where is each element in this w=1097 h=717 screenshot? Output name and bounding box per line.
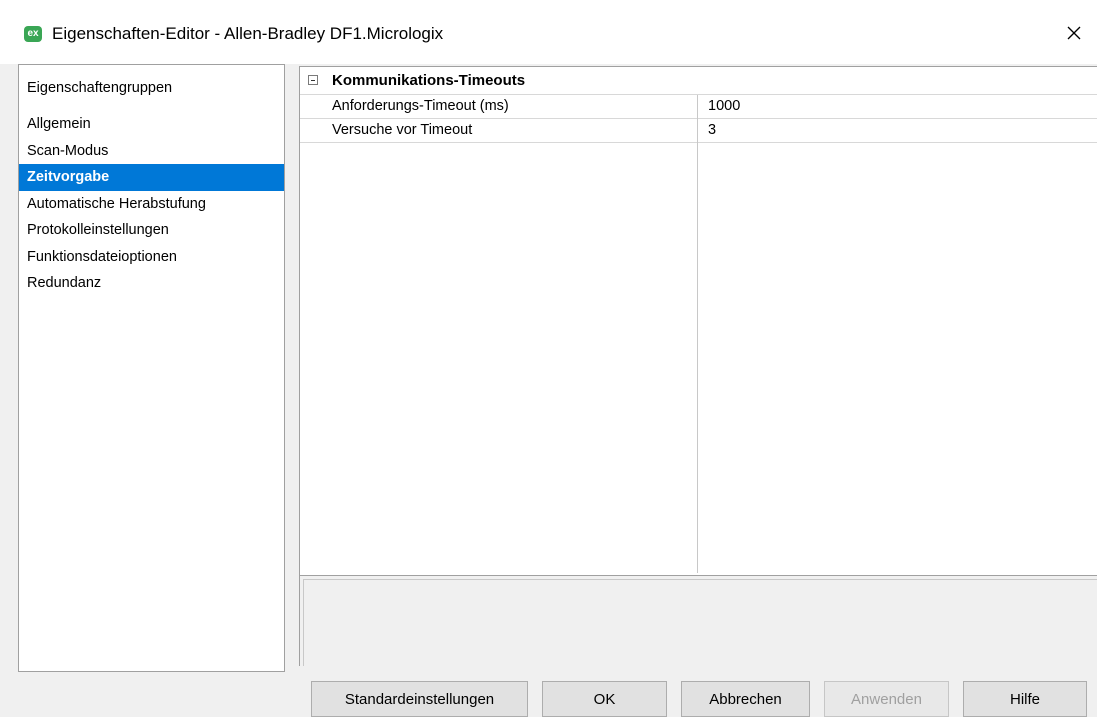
category-label: Kommunikations-Timeouts: [332, 72, 526, 89]
group-item-redundanz[interactable]: Redundanz: [19, 270, 284, 297]
description-pane: [300, 575, 1097, 666]
group-item-allgemein[interactable]: Allgemein: [19, 111, 284, 138]
group-item-funktionsdateioptionen[interactable]: Funktionsdateioptionen: [19, 244, 284, 271]
title-bar: ex Eigenschaften-Editor - Allen-Bradley …: [0, 0, 1097, 64]
close-icon: [1067, 26, 1081, 40]
defaults-button[interactable]: Standardeinstellungen: [311, 681, 528, 717]
property-groups-list: Allgemein Scan-Modus Zeitvorgabe Automat…: [19, 111, 284, 297]
group-item-automatische-herabstufung[interactable]: Automatische Herabstufung: [19, 191, 284, 218]
property-row[interactable]: Versuche vor Timeout 3: [300, 119, 1097, 143]
property-groups-heading: Eigenschaftengruppen: [27, 80, 173, 96]
collapse-icon[interactable]: [308, 75, 318, 85]
window-title: Eigenschaften-Editor - Allen-Bradley DF1…: [52, 24, 444, 43]
property-value[interactable]: 1000: [708, 98, 740, 114]
group-item-zeitvorgabe[interactable]: Zeitvorgabe: [19, 164, 284, 191]
property-name: Anforderungs-Timeout (ms): [332, 98, 509, 114]
property-value[interactable]: 3: [708, 122, 716, 138]
description-area: [303, 579, 1097, 666]
group-item-scan-modus[interactable]: Scan-Modus: [19, 138, 284, 165]
app-icon: ex: [24, 26, 42, 42]
cancel-button[interactable]: Abbrechen: [681, 681, 810, 717]
property-grid: Kommunikations-Timeouts Anforderungs-Tim…: [299, 66, 1097, 666]
property-groups-panel: Eigenschaftengruppen Allgemein Scan-Modu…: [18, 64, 285, 672]
category-row[interactable]: Kommunikations-Timeouts: [300, 67, 1097, 95]
close-button[interactable]: [1051, 14, 1097, 52]
column-divider[interactable]: [697, 95, 698, 573]
help-button[interactable]: Hilfe: [963, 681, 1087, 717]
property-name: Versuche vor Timeout: [332, 122, 473, 138]
group-item-protokolleinstellungen[interactable]: Protokolleinstellungen: [19, 217, 284, 244]
apply-button[interactable]: Anwenden: [824, 681, 949, 717]
property-row[interactable]: Anforderungs-Timeout (ms) 1000: [300, 95, 1097, 119]
ok-button[interactable]: OK: [542, 681, 667, 717]
